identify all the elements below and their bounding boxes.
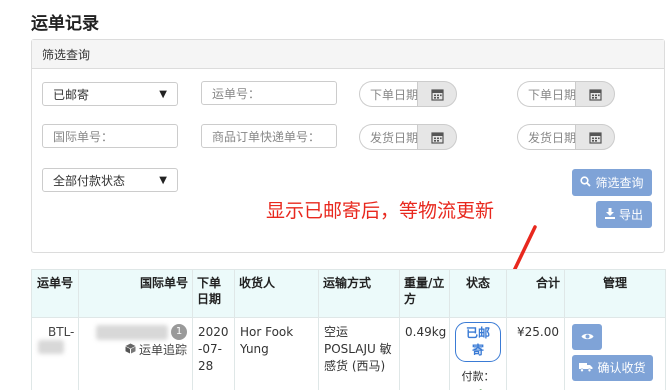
status-select[interactable]: 已邮寄 ▼ bbox=[42, 82, 178, 106]
col-ship-method: 运输方式 bbox=[318, 269, 400, 318]
order-date-end-input[interactable]: 下单日期 bbox=[517, 81, 575, 107]
filter-panel-header: 筛选查询 bbox=[32, 40, 664, 69]
export-button-label: 导出 bbox=[618, 208, 643, 222]
col-manage: 管理 bbox=[564, 269, 666, 318]
col-recipient: 收货人 bbox=[234, 269, 319, 318]
ship-date-end[interactable]: 发货日期 bbox=[517, 124, 615, 150]
count-badge: 1 bbox=[171, 324, 187, 340]
cell-total: ¥25.00 bbox=[506, 317, 565, 390]
order-date-start-input[interactable]: 下单日期 bbox=[359, 81, 417, 107]
cell-intl-number: 1 运单追踪 bbox=[78, 317, 193, 390]
cube-icon bbox=[125, 342, 136, 359]
col-order-date: 下单日期 bbox=[192, 269, 235, 318]
status-badge: 已邮寄 bbox=[455, 322, 501, 362]
chevron-down-icon: ▼ bbox=[159, 174, 167, 186]
cell-manage: 确认收货 bbox=[564, 317, 666, 390]
search-icon bbox=[580, 175, 592, 190]
tracking-link[interactable]: 运单追踪 bbox=[84, 342, 187, 359]
col-waybill: 运单号 bbox=[31, 269, 79, 318]
search-button[interactable]: 筛选查询 bbox=[572, 169, 652, 196]
confirm-receipt-button[interactable]: 确认收货 bbox=[572, 355, 653, 381]
cell-waybill: BTL- bbox=[31, 317, 79, 390]
calendar-icon[interactable] bbox=[417, 81, 457, 107]
confirm-receipt-label: 确认收货 bbox=[597, 360, 646, 375]
view-button[interactable] bbox=[572, 324, 602, 350]
waybill-table: 运单号 国际单号 下单日期 收货人 运输方式 重量/立方 状态 合计 管理 BT… bbox=[31, 269, 666, 390]
waybill-prefix[interactable]: BTL- bbox=[48, 324, 74, 341]
cell-weight: 0.49kg bbox=[399, 317, 450, 390]
payment-status-select[interactable]: 全部付款状态 ▼ bbox=[42, 168, 178, 192]
order-date-start[interactable]: 下单日期 bbox=[359, 81, 457, 107]
truck-icon bbox=[579, 360, 593, 377]
redacted-waybill bbox=[38, 340, 64, 354]
annotation-text: 显示已邮寄后，等物流更新 bbox=[266, 200, 495, 222]
cell-status: 已邮寄 付款： ✔ bbox=[449, 317, 507, 390]
tracking-link-label: 运单追踪 bbox=[138, 343, 187, 357]
cell-ship-method: 空运 POSLAJU 敏感货 (西马) bbox=[318, 317, 400, 390]
search-button-label: 筛选查询 bbox=[595, 176, 644, 190]
payment-label: 付款： bbox=[461, 370, 495, 383]
status-select-value: 已邮寄 bbox=[53, 87, 90, 102]
download-icon bbox=[604, 207, 615, 222]
col-intl-number: 国际单号 bbox=[78, 269, 193, 318]
table-header-row: 运单号 国际单号 下单日期 收货人 运输方式 重量/立方 状态 合计 管理 bbox=[31, 269, 666, 318]
eye-icon bbox=[581, 329, 594, 346]
order-date-end[interactable]: 下单日期 bbox=[517, 81, 615, 107]
waybill-input[interactable]: 运单号： bbox=[201, 81, 337, 105]
ship-date-start-input[interactable]: 发货日期 bbox=[359, 124, 417, 150]
ship-date-end-input[interactable]: 发货日期 bbox=[517, 124, 575, 150]
table-row: BTL- 1 运单追踪 2020-07-28 Hor Fook Yung 空运 … bbox=[31, 317, 666, 390]
ship-date-start[interactable]: 发货日期 bbox=[359, 124, 457, 150]
intl-number-input[interactable]: 国际单号： bbox=[42, 124, 178, 148]
calendar-icon[interactable] bbox=[417, 124, 457, 150]
payment-status-value: 全部付款状态 bbox=[53, 173, 126, 188]
page-title: 运单记录 bbox=[31, 14, 99, 34]
col-weight-volume: 重量/立方 bbox=[399, 269, 450, 318]
export-button[interactable]: 导出 bbox=[596, 201, 652, 228]
redacted-intl-number bbox=[96, 324, 168, 340]
cell-recipient: Hor Fook Yung bbox=[234, 317, 319, 390]
product-order-input[interactable]: 商品订单快递单号： bbox=[201, 124, 337, 148]
cell-order-date: 2020-07-28 bbox=[192, 317, 235, 390]
col-total: 合计 bbox=[506, 269, 565, 318]
chevron-down-icon: ▼ bbox=[159, 88, 167, 100]
calendar-icon[interactable] bbox=[575, 124, 615, 150]
calendar-icon[interactable] bbox=[575, 81, 615, 107]
col-status: 状态 bbox=[449, 269, 507, 318]
check-icon: ✔ bbox=[455, 385, 501, 390]
